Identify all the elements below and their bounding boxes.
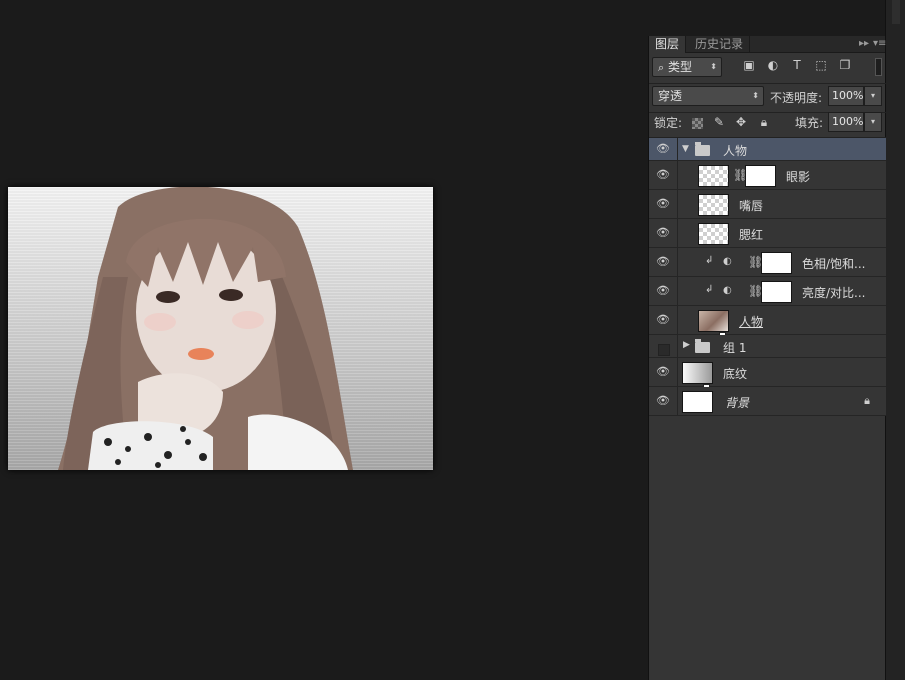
blend-mode-value: 穿透	[658, 89, 683, 103]
clipping-mask-icon: ↲	[705, 284, 714, 295]
fill-slider-arrow-icon[interactable]: ▾	[864, 112, 882, 132]
lock-all-icon[interactable]: 🔒︎	[757, 115, 771, 129]
layer-thumbnail	[698, 194, 729, 216]
tab-history[interactable]: 历史记录	[689, 36, 751, 53]
layer-name: 组 1	[723, 341, 747, 355]
opacity-label: 不透明度:	[770, 91, 823, 105]
blend-mode-dropdown[interactable]: 穿透 ⬍	[652, 86, 764, 106]
right-dock-strip	[885, 0, 905, 680]
fill-label: 填充:	[795, 116, 824, 130]
layer-thumbnail	[698, 223, 729, 245]
eye-icon[interactable]: 👁︎	[649, 306, 678, 335]
filter-type-label: 类型	[668, 60, 693, 74]
dock-scroll-handle[interactable]	[892, 0, 900, 24]
eye-icon[interactable]: 👁︎	[649, 219, 678, 248]
panel-menu-icon[interactable]: ▾≡	[873, 37, 886, 51]
eye-icon[interactable]: 👁︎	[649, 358, 678, 387]
layer-row-hue-saturation[interactable]: 👁︎ ↲ ◐ ⛓︎ 色相/饱和...	[649, 248, 886, 277]
smart-object-filter-icon[interactable]: ❐	[838, 58, 852, 72]
fill-input[interactable]: 100%	[828, 112, 864, 132]
search-icon: ⌕	[658, 61, 665, 74]
layer-mask-thumbnail[interactable]	[761, 252, 792, 274]
folder-icon	[695, 339, 710, 353]
eye-icon[interactable]: 👁︎	[649, 277, 678, 306]
layer-name: 眼影	[786, 170, 811, 184]
adjustment-layer-icon: ◐	[723, 285, 732, 296]
filter-toggle-switch[interactable]	[875, 58, 882, 76]
layer-row-group-1[interactable]: · ▶ 组 1	[649, 335, 886, 358]
text-filter-icon[interactable]: T	[790, 58, 804, 72]
eye-hidden-icon[interactable]: ·	[649, 335, 678, 358]
eye-icon[interactable]: 👁︎	[649, 190, 678, 219]
layer-row-background[interactable]: 👁︎ 背景 🔒︎	[649, 387, 886, 416]
clipping-mask-icon: ↲	[705, 255, 714, 266]
dropdown-arrow-icon: ⬍	[710, 62, 717, 71]
layer-thumbnail	[698, 310, 729, 339]
layer-row-group-person[interactable]: 👁︎ ▼ 人物	[649, 138, 886, 161]
document-workspace[interactable]	[0, 0, 648, 680]
adjustment-filter-icon[interactable]: ◐	[766, 58, 780, 72]
tab-layers[interactable]: 图层	[649, 36, 687, 53]
shape-filter-icon[interactable]: ⬚	[814, 58, 828, 72]
layer-thumbnail	[698, 165, 729, 187]
layer-thumbnail	[682, 362, 713, 391]
expand-triangle-icon[interactable]: ▼	[682, 144, 689, 154]
opacity-slider-arrow-icon[interactable]: ▾	[864, 86, 882, 106]
lock-icon: 🔒︎	[864, 394, 870, 407]
layer-row-brightness-contrast[interactable]: 👁︎ ↲ ◐ ⛓︎ 亮度/对比...	[649, 277, 886, 306]
eye-icon[interactable]: 👁︎	[649, 387, 678, 416]
layer-name: 背景	[725, 396, 750, 410]
eye-icon[interactable]: 👁︎	[649, 138, 678, 161]
layer-name: 底纹	[723, 367, 748, 381]
layer-name: 人物	[723, 144, 748, 158]
opacity-input[interactable]: 100%	[828, 86, 864, 106]
eye-icon[interactable]: 👁︎	[649, 161, 678, 190]
lock-position-icon[interactable]: ✥	[734, 115, 748, 129]
layer-row-person-smart-object[interactable]: 👁︎ 人物	[649, 306, 886, 339]
folder-icon	[695, 142, 710, 156]
eye-icon[interactable]: 👁︎	[649, 248, 678, 277]
layer-row-texture[interactable]: 👁︎ 底纹	[649, 358, 886, 391]
layer-name: 人物	[739, 315, 764, 329]
portrait-image	[58, 187, 353, 470]
adjustment-layer-icon: ◐	[723, 256, 732, 267]
lock-image-pixels-icon[interactable]: ✎	[712, 115, 726, 129]
lock-label: 锁定:	[654, 116, 683, 130]
filter-row: ⌕ 类型 ⬍ ▣ ◐ T ⬚ ❐	[649, 54, 886, 83]
document-canvas[interactable]	[8, 187, 433, 470]
lock-row: 锁定: ✎ ✥ 🔒︎ 填充: 100% ▾	[649, 112, 886, 138]
blend-row: 穿透 ⬍ 不透明度: 100% ▾	[649, 84, 886, 112]
layer-row-lips[interactable]: 👁︎ 嘴唇	[649, 190, 886, 219]
layer-mask-thumbnail[interactable]	[761, 281, 792, 303]
image-filter-icon[interactable]: ▣	[742, 58, 756, 72]
layer-thumbnail	[682, 391, 713, 413]
layer-name: 腮红	[739, 228, 764, 242]
collapse-panel-icon[interactable]: ▸▸	[859, 37, 869, 51]
dropdown-arrow-icon: ⬍	[752, 91, 759, 100]
lock-transparent-pixels-icon[interactable]	[692, 118, 703, 129]
layer-name: 嘴唇	[739, 199, 764, 213]
layer-name: 色相/饱和...	[802, 257, 866, 271]
layer-row-eyeshadow[interactable]: 👁︎ ⛓︎ 眼影	[649, 161, 886, 190]
layers-panel: 图层 历史记录 ▸▸ ▾≡ ⌕ 类型 ⬍ ▣ ◐ T ⬚ ❐ 穿透 ⬍ 不透明度…	[648, 36, 886, 680]
layer-name: 亮度/对比...	[802, 286, 866, 300]
layer-filter-dropdown[interactable]: ⌕ 类型 ⬍	[652, 57, 722, 77]
layer-mask-thumbnail[interactable]	[745, 165, 776, 187]
collapse-triangle-icon[interactable]: ▶	[683, 340, 690, 350]
layer-row-blush[interactable]: 👁︎ 腮红	[649, 219, 886, 248]
panel-tab-bar: 图层 历史记录 ▸▸ ▾≡	[649, 36, 886, 53]
